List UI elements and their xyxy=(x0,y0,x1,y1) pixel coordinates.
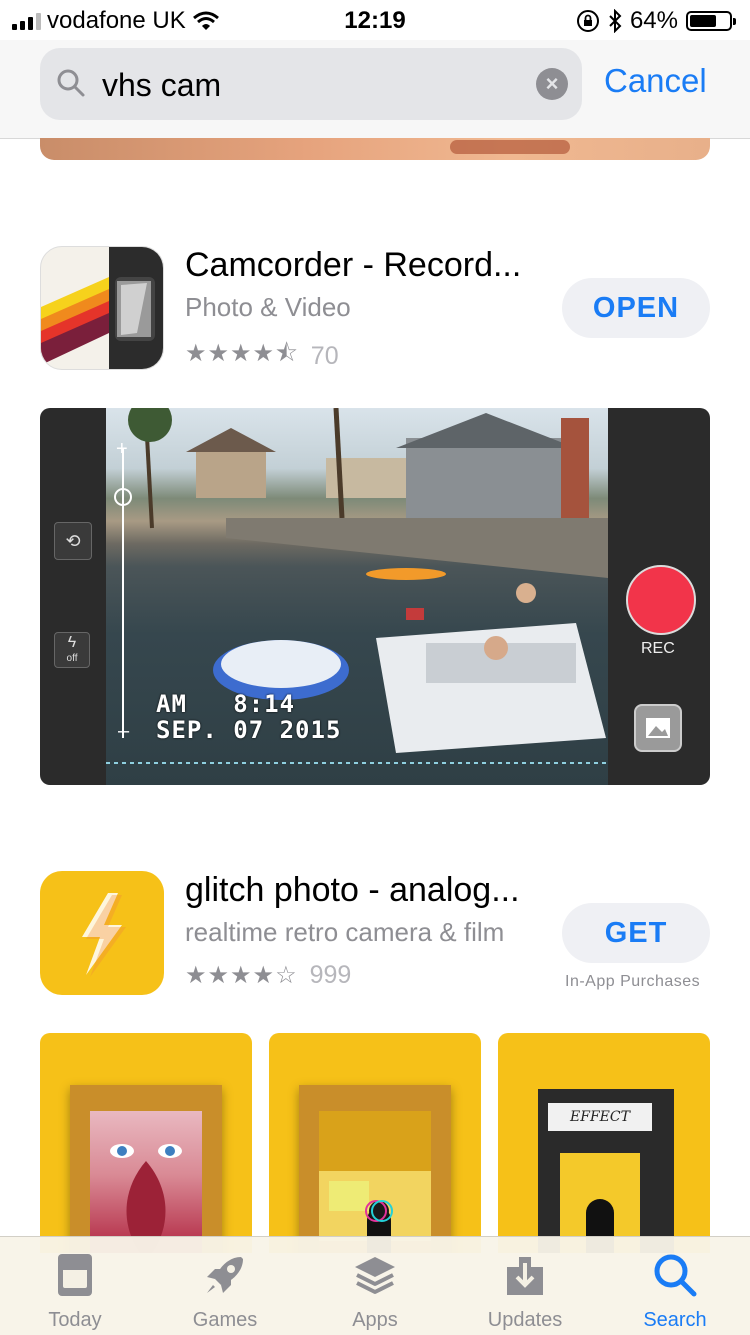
search-icon xyxy=(654,1254,697,1297)
tab-updates[interactable]: Updates xyxy=(450,1237,600,1335)
record-label: REC xyxy=(641,640,675,657)
tab-label: Today xyxy=(48,1309,102,1331)
app-category: Photo & Video xyxy=(185,292,351,322)
star-rating-icon: ★★★★☆ xyxy=(185,962,298,989)
cancel-button[interactable]: Cancel xyxy=(604,62,707,100)
rating-count: 999 xyxy=(309,961,352,989)
orientation-lock-icon xyxy=(576,10,599,32)
glitch-screenshot-2[interactable] xyxy=(269,1033,481,1253)
battery-percent: 64% xyxy=(629,7,678,34)
previous-result-screenshot[interactable] xyxy=(40,138,710,160)
battery-icon xyxy=(686,11,736,31)
clear-search-icon[interactable]: × xyxy=(536,68,568,100)
search-header: × Cancel xyxy=(0,40,750,139)
app-subtitle: realtime retro camera & film xyxy=(185,917,505,947)
tab-search[interactable]: Search xyxy=(600,1237,750,1335)
tab-bar: Today Games Apps Updates Search xyxy=(0,1236,750,1335)
zoom-plus-icon[interactable]: + xyxy=(116,438,128,461)
tab-label: Games xyxy=(192,1309,258,1331)
camcorder-app-icon[interactable] xyxy=(40,246,164,370)
today-icon xyxy=(58,1254,92,1296)
tab-label: Updates xyxy=(487,1309,563,1331)
tab-apps[interactable]: Apps xyxy=(300,1237,450,1335)
flash-icon[interactable]: ϟ off xyxy=(54,632,90,668)
timestamp-time: AM 8:14 xyxy=(156,690,296,718)
tab-label: Apps xyxy=(352,1309,398,1331)
tab-games[interactable]: Games xyxy=(150,1237,300,1335)
record-button[interactable] xyxy=(626,565,696,635)
status-bar: vodafone UK 12:19 64% xyxy=(0,0,750,40)
get-button[interactable]: GET xyxy=(562,903,710,963)
tab-label: Search xyxy=(643,1309,707,1331)
app-title[interactable]: Camcorder - Record... xyxy=(185,246,521,285)
timestamp-date: SEP. 07 2015 xyxy=(156,716,342,744)
rocket-icon xyxy=(207,1257,243,1293)
star-rating-icon: ★★★★⯪ xyxy=(185,340,299,367)
glitch-screenshot-3[interactable]: EFFECT xyxy=(498,1033,710,1253)
download-icon xyxy=(507,1257,543,1295)
search-icon xyxy=(57,69,85,97)
flash-state-label: off xyxy=(66,653,78,664)
search-bar[interactable]: × xyxy=(40,48,582,120)
effect-label: EFFECT xyxy=(548,1103,652,1131)
zoom-minus-icon[interactable]: – xyxy=(118,720,129,743)
gallery-icon[interactable] xyxy=(634,704,682,752)
glitch-screenshot-1[interactable] xyxy=(40,1033,252,1253)
open-button[interactable]: OPEN xyxy=(562,278,710,338)
layers-icon xyxy=(355,1257,395,1294)
in-app-purchases-label: In-App Purchases xyxy=(565,973,701,990)
switch-camera-icon[interactable]: ⟲ xyxy=(54,522,92,560)
app-rating: ★★★★☆ 999 xyxy=(185,961,351,990)
bluetooth-icon xyxy=(609,9,622,33)
app-title[interactable]: glitch photo - analog... xyxy=(185,871,520,910)
search-input[interactable] xyxy=(100,62,524,108)
rating-count: 70 xyxy=(310,342,339,370)
camcorder-screenshot[interactable]: + – ⟲ ϟ off AM 8:14 SEP. 07 2015 REC xyxy=(40,408,710,785)
tab-today[interactable]: Today xyxy=(0,1237,150,1335)
glitch-photo-app-icon[interactable] xyxy=(40,871,164,995)
app-rating: ★★★★⯪ 70 xyxy=(185,336,339,377)
